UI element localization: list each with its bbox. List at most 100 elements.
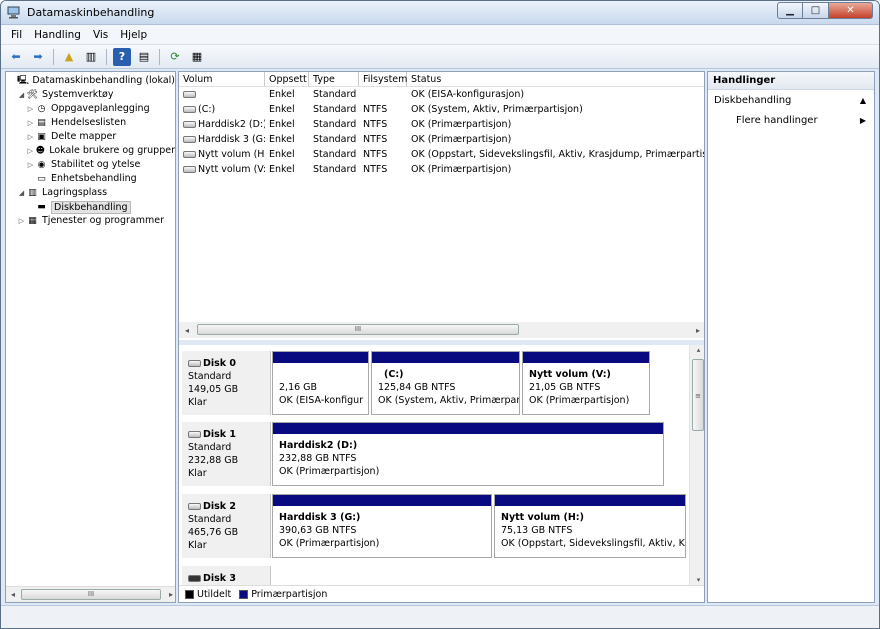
disk-name: Disk 1 [203, 429, 237, 440]
status-cell: OK (Primærpartisjon) [411, 134, 512, 145]
disk-2-label[interactable]: Disk 2 Standard 465,76 GB Klar [182, 494, 271, 558]
volume-row[interactable]: (C:) Enkel Standard NTFS OK (System, Aktiv, … [179, 102, 704, 117]
tree-item[interactable]: ▷ ▦ Tjenester og programmer [6, 214, 175, 228]
tree-item[interactable]: ▬ Diskbehandling [6, 200, 175, 214]
expand-toggle-icon[interactable]: ▷ [26, 130, 35, 144]
column-header-oppsett[interactable]: Oppsett [265, 72, 309, 86]
tree-item[interactable]: ▷ ▣ Delte mapper [6, 130, 175, 144]
up-folder-icon[interactable]: ▲ [60, 48, 78, 66]
expand-toggle-icon[interactable]: ▷ [26, 158, 35, 172]
minimize-button[interactable]: ▁ [777, 2, 803, 19]
expand-toggle-icon[interactable]: ▷ [17, 214, 26, 228]
refresh-icon[interactable]: ⟳ [166, 48, 184, 66]
tree-item[interactable]: ▭ Enhetsbehandling [6, 172, 175, 186]
drive-icon [183, 136, 196, 143]
volume-row[interactable]: Harddisk2 (D:) Enkel Standard NTFS OK (Primæ… [179, 117, 704, 132]
volume-list: Volum Oppsett Type Filsystem Status Enke… [179, 72, 704, 177]
filesystem-cell: NTFS [363, 164, 388, 175]
drive-icon [183, 106, 196, 113]
tree-item[interactable]: ▷ ▤ Hendelseslisten [6, 116, 175, 130]
clock-icon: ◷ [37, 104, 46, 114]
expand-toggle-icon[interactable]: ◢ [17, 186, 26, 200]
column-header-status[interactable]: Status [407, 72, 704, 86]
disk-state: Klar [188, 468, 207, 479]
partition-h[interactable]: Nytt volum (H:) 75,13 GB NTFS OK (Oppsta… [494, 494, 686, 558]
disk-view-scroll-thumb[interactable]: ≡ [692, 359, 704, 431]
console-tree: 🖳 Datamaskinbehandling (lokal) ◢ 🛠 Systemver… [5, 71, 176, 603]
tree-item-label: Hendelseslisten [51, 117, 127, 128]
disk-state: Klar [188, 397, 207, 408]
services-icon: ▦ [28, 216, 37, 226]
column-header-filsystem[interactable]: Filsystem [359, 72, 407, 86]
tree-item[interactable]: ▷ ◷ Oppgaveplanlegging [6, 102, 175, 116]
menu-handling[interactable]: Handling [34, 29, 81, 41]
properties-icon[interactable]: ▤ [135, 48, 153, 66]
scroll-up-icon[interactable]: ▴ [690, 346, 704, 354]
disk-0-label[interactable]: Disk 0 Standard 149,05 GB Klar [182, 351, 271, 415]
submenu-arrow-icon: ▶ [859, 116, 866, 125]
disk-name: Disk 0 [203, 358, 237, 369]
disk-size: 232,88 GB [188, 455, 239, 466]
expand-toggle-icon[interactable]: ▷ [26, 144, 34, 158]
tree-item[interactable]: ▷ ◉ Stabilitet og ytelse [6, 158, 175, 172]
maximize-button[interactable]: □ [803, 2, 829, 19]
tree-item[interactable]: ◢ 🛠 Systemverktøy [6, 88, 175, 102]
menu-vis[interactable]: Vis [93, 29, 108, 41]
status-cell: OK (EISA-konfigurasjon) [411, 89, 525, 100]
partition-v[interactable]: Nytt volum (V:) 21,05 GB NTFS OK (Primær… [522, 351, 650, 415]
show-hide-tree-icon[interactable]: ▥ [82, 48, 100, 66]
export-list-icon[interactable]: ▦ [188, 48, 206, 66]
expand-toggle-icon[interactable]: ▷ [26, 116, 35, 130]
volume-row[interactable]: Harddisk 3 (G:) Enkel Standard NTFS OK (Prim… [179, 132, 704, 147]
tree-item[interactable]: 🖳 Datamaskinbehandling (lokal) [6, 74, 175, 88]
back-arrow-icon[interactable]: ⬅ [7, 48, 25, 66]
partition-eisa[interactable]: 2,16 GB OK (EISA-konfigur [272, 351, 369, 415]
legend-swatch-unallocated [185, 589, 194, 599]
volume-row[interactable]: Nytt volum (H:) Enkel Standard NTFS OK (Opps… [179, 147, 704, 162]
partition-status: OK (Primærpartisjon) [279, 466, 380, 477]
expand-toggle-icon[interactable]: ◢ [17, 88, 26, 102]
partition-c[interactable]: (C:) 125,84 GB NTFS OK (System, Aktiv, P… [371, 351, 520, 415]
expand-toggle-icon[interactable]: ▷ [26, 102, 35, 116]
tree-item-label: Systemverktøy [42, 89, 114, 100]
filesystem-cell: NTFS [363, 119, 388, 130]
close-button[interactable]: ✕ [829, 2, 873, 19]
volume-row[interactable]: Enkel Standard OK (EISA-konfigurasjon) [179, 87, 704, 102]
help-icon[interactable]: ? [113, 47, 131, 66]
volume-list-scroll-thumb[interactable]: III [197, 324, 519, 335]
legend-label-unallocated: Utildelt [197, 588, 232, 600]
volume-list-horizontal-scrollbar[interactable]: ◂ III ▸ [179, 322, 704, 338]
disk-3-label[interactable]: Disk 3 [182, 566, 271, 585]
column-header-type[interactable]: Type [309, 72, 359, 86]
scroll-down-icon[interactable]: ▾ [690, 576, 704, 584]
scroll-right-icon[interactable]: ▸ [690, 326, 704, 335]
column-header-volum[interactable]: Volum [179, 72, 265, 86]
volume-cell: Harddisk2 (D:) [179, 117, 265, 132]
disk-management-pane: Volum Oppsett Type Filsystem Status Enke… [178, 71, 705, 603]
partition-primary-bar [273, 495, 491, 506]
title-bar[interactable]: Datamaskinbehandling ▁ □ ✕ [1, 1, 879, 25]
partition-g[interactable]: Harddisk 3 (G:) 390,63 GB NTFS OK (Primæ… [272, 494, 492, 558]
collapse-icon[interactable]: ▲ [860, 90, 866, 111]
partition-size: 125,84 GB NTFS [378, 382, 456, 393]
layout-cell: Enkel [269, 119, 295, 130]
tree-horizontal-scrollbar[interactable]: ◂ III ▸ [6, 586, 175, 602]
menu-fil[interactable]: Fil [11, 29, 22, 41]
layout-cell: Enkel [269, 149, 295, 160]
toolbar: ⬅ ➡ ▲ ▥ ? ▤ ⟳ ▦ [1, 45, 879, 69]
disk-view-vertical-scrollbar[interactable]: ▴ ≡ ▾ [689, 345, 704, 585]
volume-row[interactable]: Nytt volum (V:) Enkel Standard NTFS OK (Prim… [179, 162, 704, 177]
scroll-left-icon[interactable]: ◂ [179, 326, 195, 335]
filesystem-cell: NTFS [363, 104, 388, 115]
tree-item[interactable]: ▷ ☻ Lokale brukere og grupper [6, 144, 175, 158]
menu-hjelp[interactable]: Hjelp [120, 29, 147, 41]
more-actions-item[interactable]: Flere handlinger ▶ [708, 111, 874, 131]
actions-section-diskbehandling[interactable]: Diskbehandling ▲ [708, 90, 874, 111]
disk-1-label[interactable]: Disk 1 Standard 232,88 GB Klar [182, 422, 271, 486]
tree-scroll-thumb[interactable]: III [21, 589, 161, 600]
status-cell: OK (Primærpartisjon) [411, 164, 512, 175]
partition-d[interactable]: Harddisk2 (D:) 232,88 GB NTFS OK (Primær… [272, 422, 664, 486]
forward-arrow-icon[interactable]: ➡ [29, 48, 47, 66]
tree-item[interactable]: ◢ ▥ Lagringsplass [6, 186, 175, 200]
disk-state: Klar [188, 540, 207, 551]
